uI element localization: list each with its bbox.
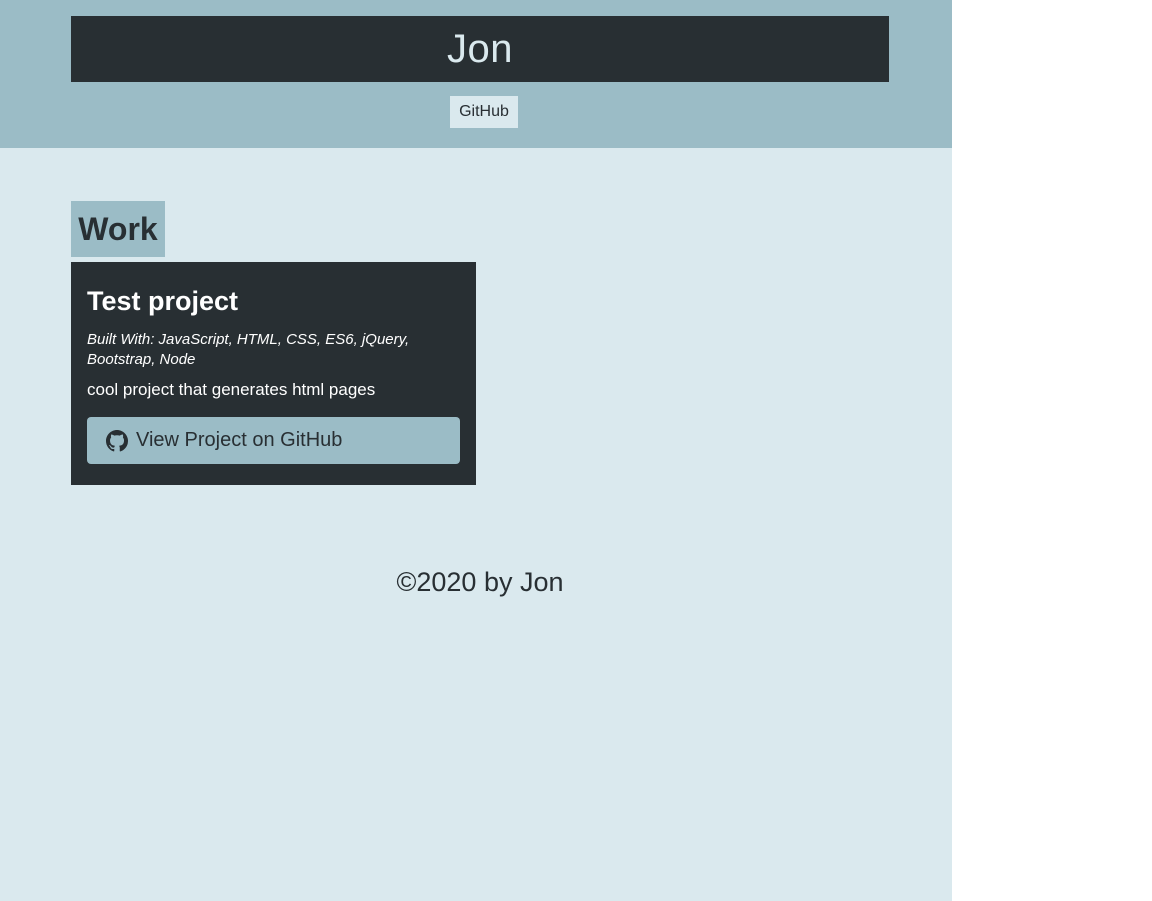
page: Jon GitHub Work Test project Built With:… <box>0 0 952 901</box>
copyright-text: ©2020 by Jon <box>396 566 564 597</box>
view-project-label: View Project on GitHub <box>136 429 343 451</box>
work-heading: Work <box>71 201 165 257</box>
site-title: Jon <box>447 26 513 71</box>
nav-github-link[interactable]: GitHub <box>450 96 518 128</box>
title-bar: Jon <box>71 16 889 82</box>
project-built-with: Built With: JavaScript, HTML, CSS, ES6, … <box>87 331 410 368</box>
project-title: Test project <box>87 286 239 316</box>
project-card: Test project Built With: JavaScript, HTM… <box>71 262 476 485</box>
site-footer: ©2020 by Jon <box>0 562 960 602</box>
project-description: cool project that generates html pages <box>87 380 376 399</box>
view-project-button[interactable]: View Project on GitHub <box>87 417 460 464</box>
github-icon <box>106 429 128 452</box>
site-header: Jon GitHub <box>0 0 952 148</box>
